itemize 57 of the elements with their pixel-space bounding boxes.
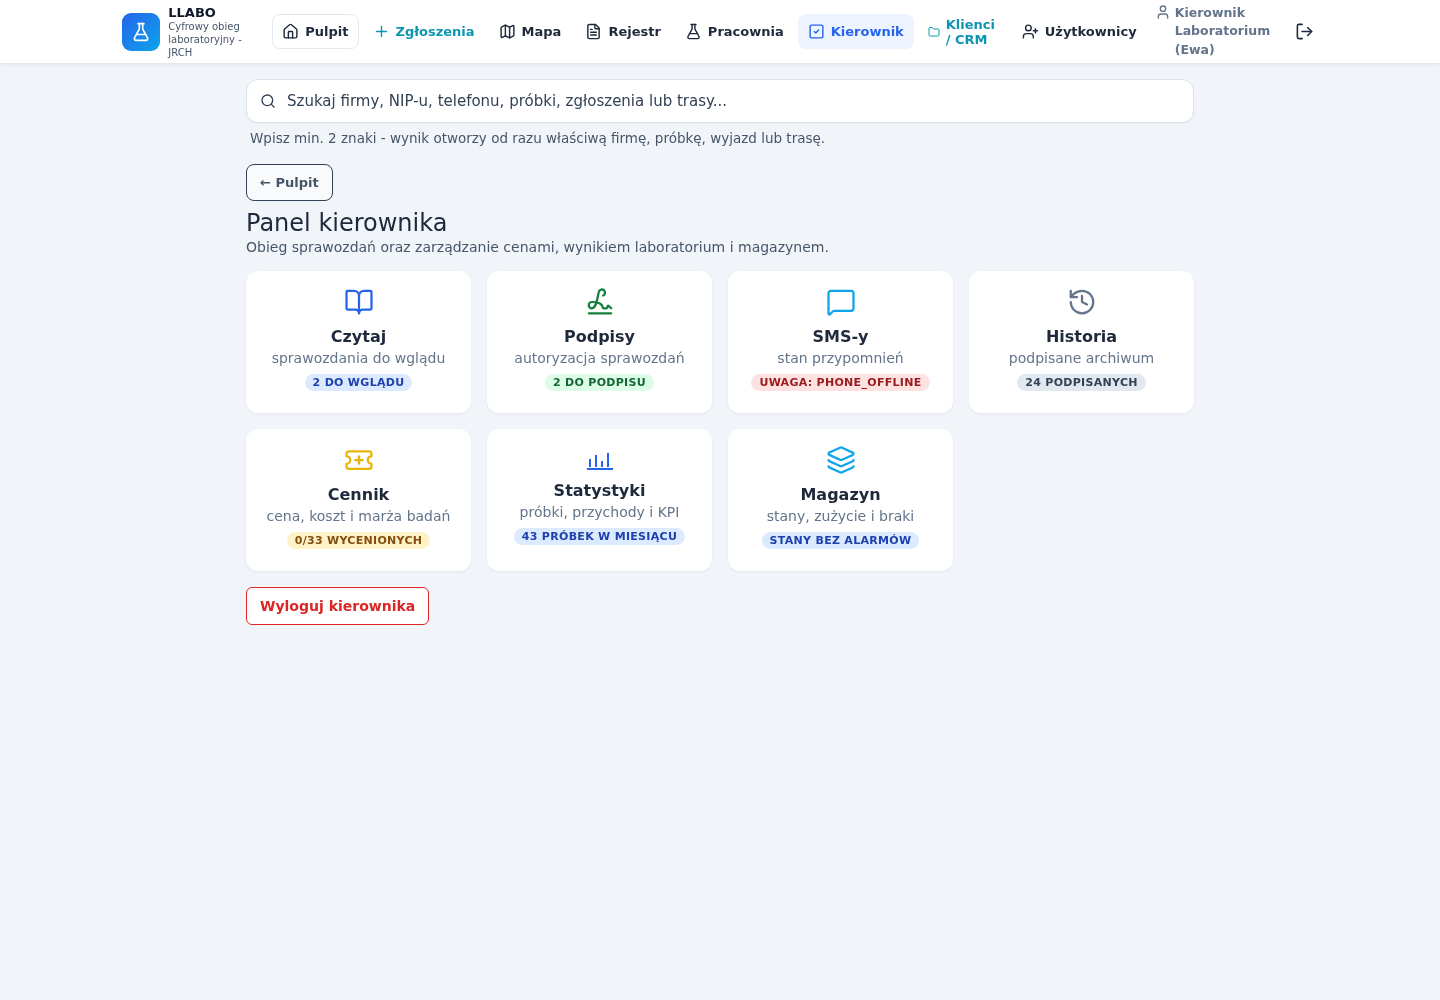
card-description: próbki, przychody i KPI xyxy=(519,504,680,520)
card-title: Cennik xyxy=(327,485,390,504)
chat-icon xyxy=(825,287,856,317)
nav-tab[interactable]: Kierownik xyxy=(797,14,914,49)
card-title: SMS-y xyxy=(812,327,869,346)
checkbox-icon xyxy=(807,23,825,40)
status-badge: UWAGA: PHONE_OFFLINE xyxy=(751,374,930,391)
search-field[interactable]: Szukaj firmy, NIP-u, telefonu, próbki, zgłoszenia lub trasy... xyxy=(246,79,1194,123)
nav-tab[interactable]: Pulpit xyxy=(272,14,359,49)
nav-tab[interactable]: Klienci / CRM xyxy=(917,7,1008,56)
search-hint: Wpisz min. 2 znaki - wynik otworzy od razu właściwą firmę, próbkę, wyjazd lub trasę. xyxy=(250,130,827,146)
status-badge: 24 PODPISANYCH xyxy=(1017,374,1146,391)
flask-icon xyxy=(684,23,702,40)
dashboard-card[interactable]: Cennik cena, koszt i marża badań 0/33 WYCENIONYCH xyxy=(246,429,471,571)
folder-icon xyxy=(927,25,940,38)
home-icon xyxy=(282,23,300,40)
map-icon xyxy=(498,23,516,40)
status-badge: 0/33 WYCENIONYCH xyxy=(286,532,431,549)
layers-icon xyxy=(825,445,856,475)
page-title: Panel kierownika xyxy=(246,209,449,237)
nav-tab[interactable]: Użytkownicy xyxy=(1011,14,1147,49)
logo-icon[interactable] xyxy=(122,12,161,51)
card-description: autoryzacja sprawozdań xyxy=(514,350,685,366)
user-plus-icon xyxy=(1021,23,1039,40)
nav-tab[interactable]: Zgłoszenia xyxy=(362,14,485,49)
back-button[interactable]: ← Pulpit xyxy=(246,164,333,201)
nav-tab[interactable]: Mapa xyxy=(488,14,572,49)
nav-tab[interactable]: Pracownia xyxy=(674,14,794,49)
brand-subtitle: Cyfrowy obieg laboratoryjny - JRCH xyxy=(168,19,243,59)
user-name: Kierownik Laboratorium (Ewa) xyxy=(1174,4,1272,59)
dashboard-card[interactable]: Magazyn stany, zużycie i braki STANY BEZ ALARMÓW xyxy=(728,429,953,571)
status-badge: 2 DO WGLĄDU xyxy=(304,374,413,391)
logout-button[interactable]: Wyloguj kierownika xyxy=(246,587,430,625)
dashboard-card[interactable]: Statystyki próbki, przychody i KPI 43 PRÓBEK W MIESIĄCU xyxy=(487,429,712,571)
card-description: cena, koszt i marża badań xyxy=(266,508,451,524)
card-title: Statystyki xyxy=(553,481,646,500)
card-description: sprawozdania do wglądu xyxy=(271,350,446,366)
dashboard-card[interactable]: Historia podpisane archiwum 24 PODPISANYCH xyxy=(969,271,1194,413)
card-title: Podpisy xyxy=(563,327,636,346)
search-icon xyxy=(260,93,276,109)
dashboard-card[interactable]: Czytaj sprawozdania do wglądu 2 DO WGLĄDU xyxy=(246,271,471,413)
page-subtitle: Obieg sprawozdań oraz zarządzanie cenami, wynikiem laboratorium i magazynem. xyxy=(246,239,830,255)
card-description: stan przypomnień xyxy=(777,350,904,366)
document-icon xyxy=(585,23,603,40)
status-badge: 2 DO PODPISU xyxy=(545,374,654,391)
brand-title: LLABO xyxy=(168,4,217,20)
nav-tab[interactable]: Rejestr xyxy=(575,14,671,49)
status-badge: STANY BEZ ALARMÓW xyxy=(761,532,920,549)
card-description: podpisane archiwum xyxy=(1008,350,1155,366)
status-badge: 43 PRÓBEK W MIESIĄCU xyxy=(513,528,686,545)
book-icon xyxy=(343,287,374,317)
card-title: Czytaj xyxy=(330,327,387,346)
card-description: stany, zużycie i braki xyxy=(766,508,915,524)
dashboard-card[interactable]: SMS-y stan przypomnień UWAGA: PHONE_OFFLINE xyxy=(728,271,953,413)
card-title: Historia xyxy=(1045,327,1118,346)
card-title: Magazyn xyxy=(800,485,881,504)
dashboard-card[interactable]: Podpisy autoryzacja sprawozdań 2 DO PODPISU xyxy=(487,271,712,413)
